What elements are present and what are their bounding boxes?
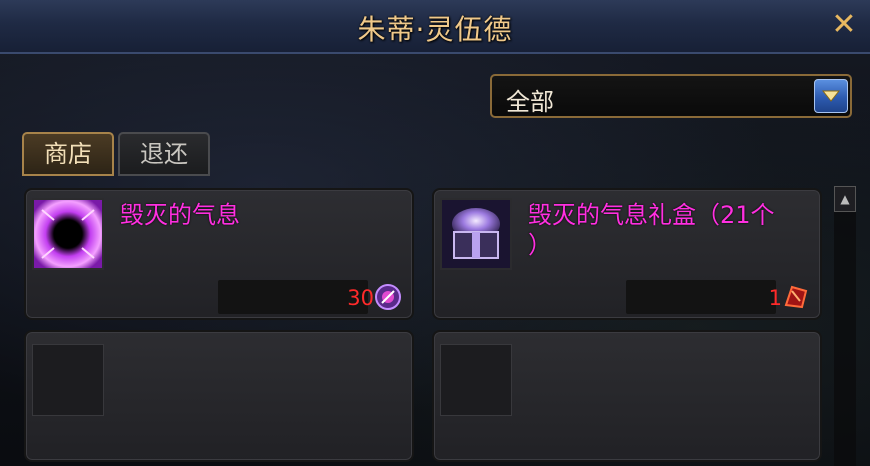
item-name: 毁灭的气息 <box>120 201 240 229</box>
dark-orb-icon <box>32 198 104 270</box>
gift-box-icon <box>440 198 512 270</box>
item-price: 1 <box>768 286 782 310</box>
price-bar <box>626 280 776 314</box>
window-title: 朱蒂·灵伍德 <box>357 13 513 46</box>
shop-window: 朱蒂·灵伍德 ✕ 全部 商店 退还 毁灭的气息 30 毁灭的气息礼盒（21个 ）… <box>0 0 870 466</box>
item-price: 30 <box>347 286 374 310</box>
tab-return[interactable]: 退还 <box>118 132 210 176</box>
red-shard-icon <box>782 283 810 311</box>
item-name: 毁灭的气息礼盒（21个 ） <box>528 201 775 259</box>
price-bar <box>218 280 368 314</box>
scroll-up-icon[interactable]: ▲ <box>834 186 856 212</box>
purple-token-icon <box>374 283 402 311</box>
empty-item-slot <box>32 344 104 416</box>
title-bar: 朱蒂·灵伍德 ✕ <box>0 0 870 54</box>
empty-item-slot <box>440 344 512 416</box>
shop-item-card[interactable]: 毁灭的气息 30 <box>24 188 414 320</box>
chevron-down-icon[interactable] <box>814 79 848 113</box>
close-icon[interactable]: ✕ <box>830 10 858 40</box>
shop-item-card[interactable]: 毁灭的气息礼盒（21个 ） 1 <box>432 188 822 320</box>
empty-item-slot-card <box>24 330 414 462</box>
category-filter-dropdown[interactable]: 全部 <box>490 74 852 118</box>
scrollbar[interactable]: ▲ <box>834 186 856 466</box>
empty-item-slot-card <box>432 330 822 462</box>
dropdown-selected-value: 全部 <box>506 88 554 116</box>
tab-shop[interactable]: 商店 <box>22 132 114 176</box>
